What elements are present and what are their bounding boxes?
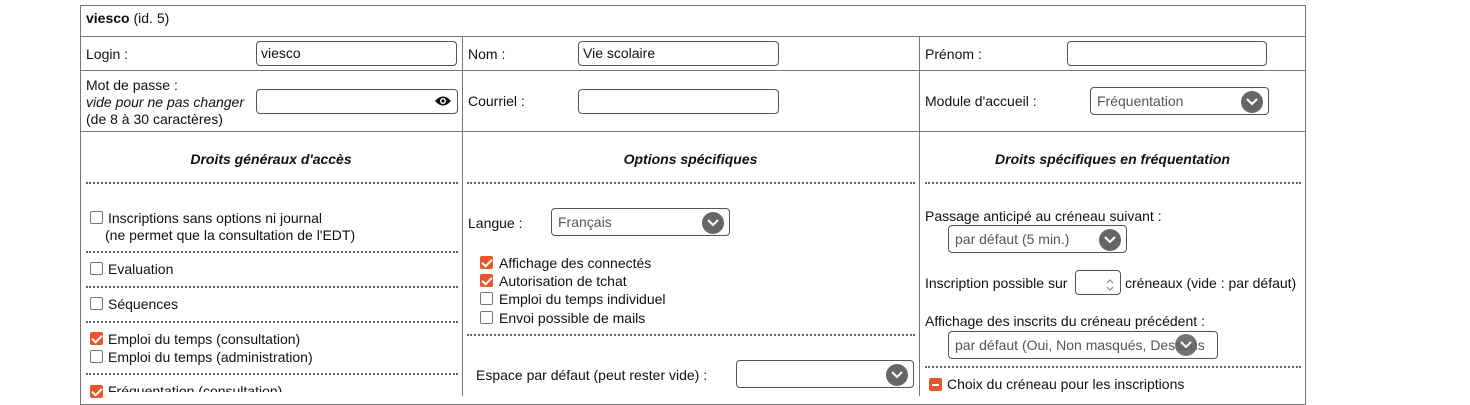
- login-input[interactable]: viesco: [256, 41, 457, 66]
- affichage-select-value: par défaut (Oui, Non masqués, Dessous: [955, 337, 1205, 353]
- password-length-hint: (de 8 à 30 caractères): [86, 111, 223, 127]
- col3-heading: Droits spécifiques en fréquentation: [995, 151, 1230, 167]
- passage-select-value: par défaut (5 min.): [955, 231, 1070, 247]
- checkbox-label: Affichage des connectés: [499, 255, 652, 271]
- dotted-separator: [86, 251, 458, 253]
- divider: [80, 131, 1306, 132]
- dotted-separator: [86, 182, 458, 184]
- col1-heading: Droits généraux d'accès: [190, 151, 352, 167]
- checkbox-label: Inscriptions sans options ni journal: [108, 210, 323, 226]
- inscription-number-input[interactable]: [1075, 270, 1121, 295]
- checkbox-label: Autorisation de tchat: [499, 273, 627, 289]
- user-id: (id. 5): [133, 10, 170, 26]
- checkbox-sequences[interactable]: [90, 297, 103, 310]
- user-name: viesco: [86, 10, 130, 26]
- inscription-label: Inscription possible sur: [925, 275, 1068, 291]
- module-select-value: Fréquentation: [1097, 93, 1184, 109]
- login-label: Login :: [86, 46, 129, 62]
- inscription-suffix: créneaux (vide : par défaut): [1125, 275, 1297, 291]
- prenom-input[interactable]: [1067, 41, 1267, 66]
- checkbox-label: Choix du créneau pour les inscriptions: [947, 376, 1185, 392]
- checkbox-edt-administration[interactable]: [90, 350, 103, 363]
- email-input[interactable]: [578, 89, 779, 114]
- checkbox-label: Envoi possible de mails: [499, 310, 646, 326]
- divider: [919, 36, 920, 396]
- password-label: Mot de passe :: [86, 77, 178, 93]
- dotted-separator: [86, 286, 458, 288]
- checkbox-label: Emploi du temps (administration): [108, 349, 313, 365]
- nom-input[interactable]: Vie scolaire: [578, 41, 779, 66]
- chevron-down-icon[interactable]: [1175, 334, 1197, 356]
- checkbox-affichage-connectes[interactable]: [480, 256, 493, 269]
- checkbox-envoi-mails[interactable]: [480, 311, 493, 324]
- dotted-separator: [925, 366, 1301, 368]
- passage-select[interactable]: par défaut (5 min.): [948, 225, 1127, 253]
- dotted-separator: [86, 321, 458, 323]
- langue-label: Langue :: [468, 215, 523, 231]
- affichage-label: Affichage des inscrits du créneau précéd…: [925, 313, 1205, 329]
- chevron-down-icon: [702, 212, 724, 234]
- checkbox-choix-creneau[interactable]: [929, 378, 942, 391]
- checkbox-label: Séquences: [108, 296, 179, 312]
- chevron-down-icon: [1099, 229, 1121, 251]
- langue-select-value: Français: [558, 214, 612, 230]
- spinner-icon[interactable]: [1106, 276, 1114, 291]
- password-input[interactable]: [256, 89, 458, 114]
- divider: [80, 36, 1306, 37]
- checkbox-label: Emploi du temps individuel: [499, 291, 666, 307]
- divider: [80, 70, 1306, 71]
- langue-select[interactable]: Français: [551, 208, 730, 236]
- nom-label: Nom :: [468, 46, 506, 62]
- page-title: viesco (id. 5): [86, 10, 169, 26]
- checkbox-evaluation[interactable]: [90, 262, 103, 275]
- checkbox-label: Emploi du temps (consultation): [108, 331, 301, 347]
- chevron-down-icon: [1241, 91, 1263, 113]
- password-hint: vide pour ne pas changer: [86, 94, 244, 110]
- prenom-label: Prénom :: [925, 46, 982, 62]
- checkbox-tchat[interactable]: [480, 274, 493, 287]
- module-select[interactable]: Fréquentation: [1090, 87, 1269, 115]
- checkbox-inscriptions[interactable]: [90, 211, 103, 224]
- checkbox-sublabel: (ne permet que la consultation de l'EDT): [105, 227, 356, 243]
- checkbox-label: Evaluation: [108, 261, 174, 277]
- passage-label: Passage anticipé au créneau suivant :: [925, 208, 1162, 224]
- eye-icon[interactable]: [434, 94, 452, 108]
- email-label: Courriel :: [468, 93, 525, 109]
- checkbox-label: Fréquentation (consultation): [108, 383, 283, 392]
- chevron-down-icon: [886, 364, 908, 386]
- dotted-separator: [467, 182, 915, 184]
- col2-heading: Options spécifiques: [623, 151, 758, 167]
- espace-label: Espace par défaut (peut rester vide) :: [476, 367, 708, 383]
- checkbox-edt-consultation[interactable]: [90, 332, 103, 345]
- checkbox-edt-individuel[interactable]: [480, 292, 493, 305]
- divider: [462, 36, 463, 396]
- dotted-separator: [467, 334, 915, 336]
- dotted-separator: [86, 373, 458, 375]
- espace-select[interactable]: [736, 360, 914, 388]
- dotted-separator: [925, 182, 1301, 184]
- module-label: Module d'accueil :: [925, 93, 1037, 109]
